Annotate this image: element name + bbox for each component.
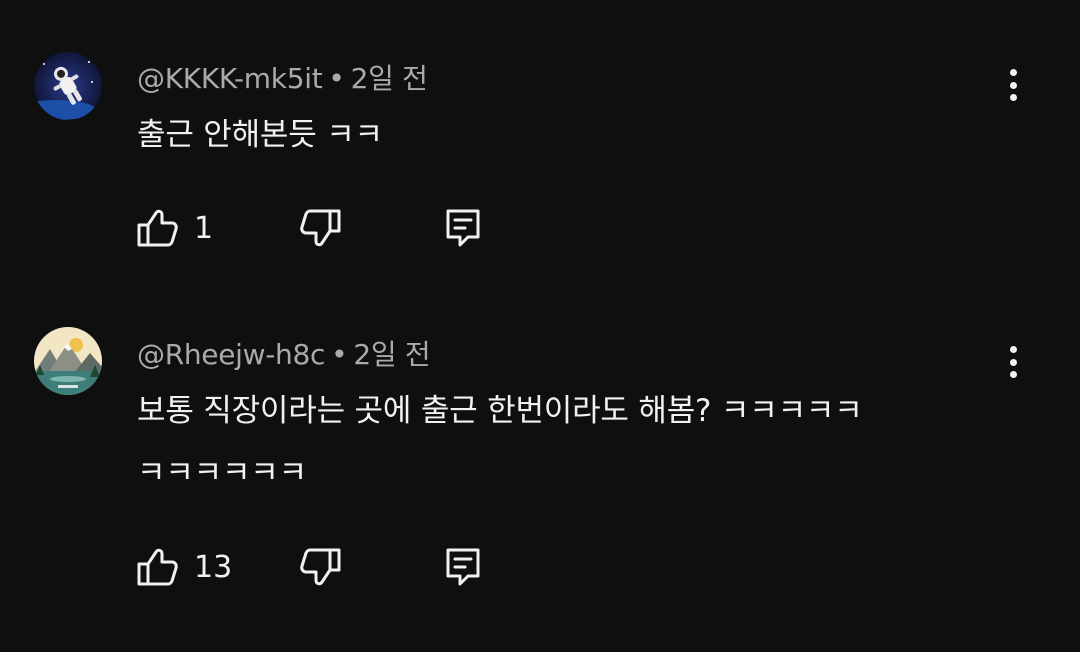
comment-actions: 13 bbox=[136, 545, 482, 589]
thumbs-down-icon bbox=[300, 548, 341, 586]
more-vertical-icon bbox=[1009, 346, 1017, 353]
reply-comment-icon bbox=[446, 209, 480, 247]
like-count: 13 bbox=[194, 549, 233, 585]
comment-meta: @KKKK-mk5it • 2일 전 bbox=[137, 57, 428, 97]
more-vertical-icon-dot bbox=[1009, 358, 1017, 366]
more-vertical-icon-dot bbox=[1009, 94, 1017, 101]
thumbs-up-icon bbox=[137, 548, 178, 586]
reply-comment-icon bbox=[446, 548, 480, 586]
avatar[interactable] bbox=[34, 52, 102, 120]
dislike-button[interactable] bbox=[298, 208, 342, 248]
avatar[interactable] bbox=[34, 327, 102, 395]
astronaut-icon bbox=[34, 52, 102, 120]
author-handle[interactable]: @KKKK-mk5it bbox=[137, 62, 323, 95]
more-vertical-icon-dot bbox=[1009, 81, 1017, 89]
more-options-button[interactable] bbox=[996, 340, 1030, 384]
comment-text: 출근 안해본듯 ㅋㅋ bbox=[137, 117, 383, 153]
like-count: 1 bbox=[194, 210, 214, 246]
comment-time[interactable]: 2일 전 bbox=[351, 62, 428, 95]
mountain-landscape-icon bbox=[34, 327, 102, 395]
reply-button[interactable] bbox=[444, 208, 482, 248]
comment-text: 보통 직장이라는 곳에 출근 한번이라도 해봄? ㅋㅋㅋㅋㅋ ㅋㅋㅋㅋㅋㅋ bbox=[137, 393, 863, 491]
thumbs-up-icon bbox=[137, 209, 178, 247]
comment-meta: @Rheejw-h8c • 2일 전 bbox=[137, 333, 431, 373]
more-vertical-icon bbox=[1009, 69, 1017, 76]
meta-separator: • bbox=[328, 62, 345, 95]
author-handle[interactable]: @Rheejw-h8c bbox=[137, 338, 325, 371]
comment-actions: 1 bbox=[136, 206, 482, 250]
more-options-button[interactable] bbox=[996, 63, 1030, 107]
thumbs-down-icon bbox=[300, 209, 341, 247]
more-vertical-icon-dot bbox=[1009, 371, 1017, 378]
reply-button[interactable] bbox=[444, 547, 482, 587]
meta-separator: • bbox=[331, 338, 348, 371]
like-button[interactable]: 13 bbox=[136, 547, 234, 587]
like-button[interactable]: 1 bbox=[136, 208, 234, 248]
dislike-button[interactable] bbox=[298, 547, 342, 587]
comment-time[interactable]: 2일 전 bbox=[353, 338, 430, 371]
